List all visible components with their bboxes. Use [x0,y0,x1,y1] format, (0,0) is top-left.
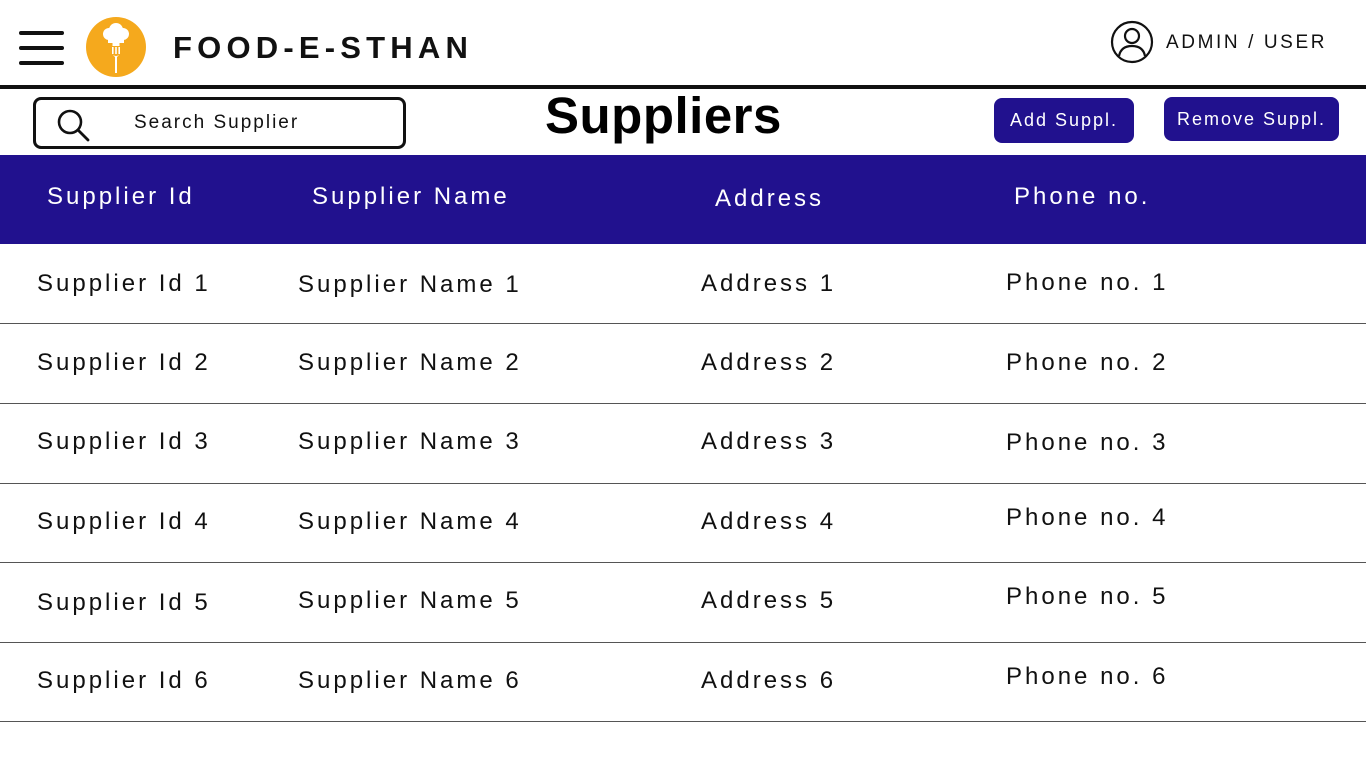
cell-supplier-id: Supplier Id 3 [37,428,211,455]
cell-supplier-id: Supplier Id 4 [37,508,211,535]
search-box[interactable] [33,97,406,149]
top-bar: FOOD-E-STHAN ADMIN / USER [0,0,1366,89]
remove-supplier-button[interactable]: Remove Suppl. [1164,97,1339,141]
cell-address: Address 6 [701,667,837,694]
table-row[interactable]: Supplier Id 3 Supplier Name 3 Address 3 … [0,404,1366,484]
cell-address: Address 4 [701,508,837,535]
brand-name: FOOD-E-STHAN [173,30,474,65]
table-row[interactable]: Supplier Id 5 Supplier Name 5 Address 5 … [0,563,1366,643]
menu-icon[interactable] [19,31,64,65]
column-header-address[interactable]: Address [715,185,824,213]
cell-supplier-id: Supplier Id 2 [37,349,211,376]
add-supplier-button[interactable]: Add Suppl. [994,98,1134,143]
cell-phone: Phone no. 3 [1006,429,1169,456]
user-avatar-icon[interactable] [1110,20,1154,64]
page-title: Suppliers [545,87,782,144]
cell-supplier-id: Supplier Id 1 [37,270,211,297]
cell-phone: Phone no. 4 [1006,504,1169,531]
column-header-phone[interactable]: Phone no. [1014,183,1150,211]
table-row[interactable]: Supplier Id 2 Supplier Name 2 Address 2 … [0,324,1366,404]
cell-phone: Phone no. 2 [1006,349,1169,376]
table-row[interactable]: Supplier Id 1 Supplier Name 1 Address 1 … [0,244,1366,324]
cell-supplier-name: Supplier Name 5 [298,587,522,614]
user-role-label[interactable]: ADMIN / USER [1166,32,1327,54]
search-icon[interactable] [56,108,90,142]
cell-address: Address 3 [701,428,837,455]
cell-address: Address 5 [701,587,837,614]
search-input[interactable] [134,109,384,137]
cell-phone: Phone no. 1 [1006,269,1169,296]
cell-phone: Phone no. 6 [1006,663,1169,690]
chef-logo-icon [86,17,146,77]
cell-supplier-name: Supplier Name 3 [298,428,522,455]
cell-supplier-id: Supplier Id 6 [37,667,211,694]
table-row[interactable]: Supplier Id 6 Supplier Name 6 Address 6 … [0,642,1366,722]
column-header-supplier-id[interactable]: Supplier Id [47,183,195,211]
cell-phone: Phone no. 5 [1006,583,1169,610]
cell-supplier-name: Supplier Name 1 [298,271,522,298]
cell-supplier-id: Supplier Id 5 [37,589,211,616]
table-header: Supplier Id Supplier Name Address Phone … [0,155,1366,244]
cell-supplier-name: Supplier Name 4 [298,508,522,535]
column-header-supplier-name[interactable]: Supplier Name [312,183,510,211]
cell-address: Address 1 [701,270,837,297]
cell-address: Address 2 [701,349,837,376]
cell-supplier-name: Supplier Name 6 [298,667,522,694]
cell-supplier-name: Supplier Name 2 [298,349,522,376]
table-row[interactable]: Supplier Id 4 Supplier Name 4 Address 4 … [0,483,1366,563]
